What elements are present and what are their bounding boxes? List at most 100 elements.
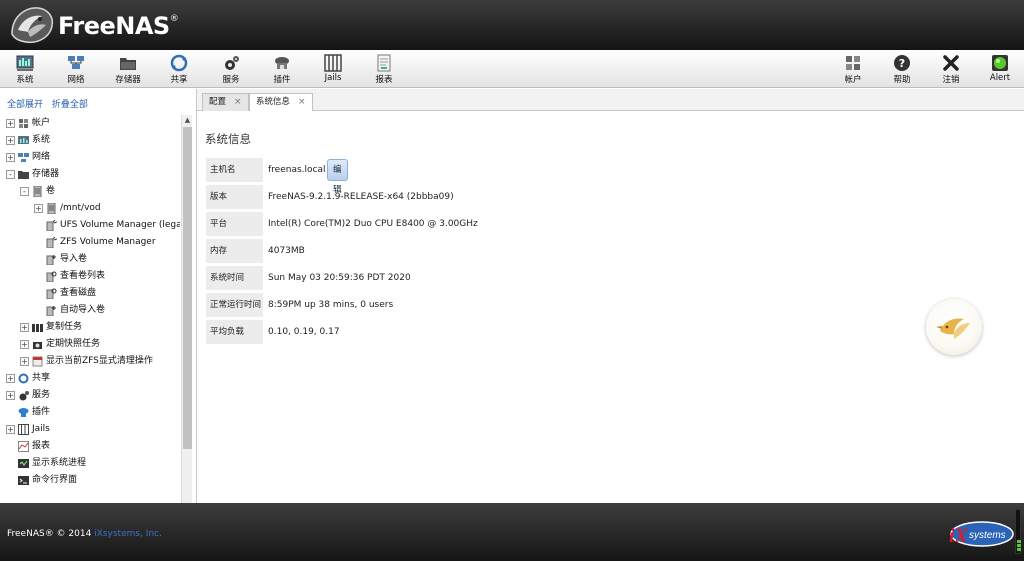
main-toolbar: 系统 网络 存储器 共享 服务 插件 Jails 报表 帐户 ? 帮助 注销 A…	[0, 50, 1024, 88]
svg-text:?: ?	[899, 57, 905, 70]
jails-icon	[324, 54, 342, 72]
toolbar-network-button[interactable]: 网络	[56, 54, 96, 86]
support-bird-icon[interactable]	[926, 299, 982, 355]
tree-item-system[interactable]: + 系统	[6, 132, 50, 148]
toolbar-services-button[interactable]: 服务	[211, 54, 251, 86]
toolbar-alert-button[interactable]: Alert	[980, 54, 1020, 86]
info-value: 8:59PM up 38 mins, 0 users	[268, 300, 394, 310]
collapse-all-link[interactable]: 折叠全部	[52, 100, 88, 110]
expand-toggle[interactable]: +	[20, 339, 29, 349]
info-value: Intel(R) Core(TM)2 Duo CPU E8400 @ 3.00G…	[268, 219, 478, 229]
company-link[interactable]: iXsystems, Inc.	[94, 529, 162, 539]
logo-text: systems	[969, 530, 1006, 541]
reports-icon	[377, 54, 391, 72]
tree-item-reports[interactable]: 报表	[18, 438, 50, 454]
expand-toggle[interactable]: +	[6, 373, 15, 383]
services-icon	[225, 56, 239, 70]
tab-settings[interactable]: 配置 ×	[202, 93, 249, 111]
view-disks-icon	[46, 288, 57, 299]
tree-item-auto-import-volume[interactable]: 自动导入卷	[46, 302, 105, 318]
tree-vertical-scrollbar[interactable]: ▲ ▼	[181, 115, 192, 561]
tree-item-mnt-vod[interactable]: +/mnt/vod	[34, 200, 101, 216]
expand-toggle[interactable]: +	[6, 390, 15, 400]
volume-manager-icon	[46, 219, 57, 231]
tree-item-periodic-snapshot-tasks[interactable]: + 定期快照任务	[20, 336, 100, 352]
tree-item-zfs-volume-manager[interactable]: ZFS Volume Manager	[46, 234, 156, 250]
navigation-tree: + 帐户 + 系统 + 网络 - 存储器 -卷 +/mnt/vod UFS Volume…	[2, 115, 180, 561]
tree-item-account[interactable]: + 帐户	[6, 115, 50, 131]
info-value: FreeNAS-9.2.1.9-RELEASE-x64 (2bbba09)	[268, 192, 454, 202]
tree-item-jails[interactable]: + Jails	[6, 421, 50, 437]
toolbar-sharing-button[interactable]: 共享	[159, 54, 199, 86]
tree-controls: 全部展开 折叠全部	[7, 97, 94, 110]
info-value: Sun May 03 20:59:36 PDT 2020	[268, 273, 411, 283]
tree-item-sharing[interactable]: + 共享	[6, 370, 50, 386]
account-icon	[18, 118, 29, 129]
close-icon[interactable]: ×	[234, 97, 242, 107]
tree-item-import-volume[interactable]: 导入卷	[46, 251, 87, 267]
system-icon	[18, 135, 29, 146]
scrollbar-thumb[interactable]	[183, 127, 192, 449]
tree-item-replication-tasks[interactable]: + 复制任务	[20, 319, 82, 335]
expand-all-link[interactable]: 全部展开	[7, 100, 43, 110]
tree-item-view-volumes[interactable]: 查看卷列表	[46, 268, 105, 284]
expand-toggle[interactable]: +	[20, 356, 29, 366]
tab-system-information[interactable]: 系统信息 ×	[249, 93, 313, 112]
scroll-up-arrow-icon[interactable]: ▲	[182, 115, 193, 125]
info-label: 平均负载	[206, 320, 263, 344]
replication-icon	[32, 322, 43, 333]
tree-item-network[interactable]: + 网络	[6, 149, 50, 165]
tree-item-view-disks[interactable]: 查看磁盘	[46, 285, 96, 301]
sharing-icon	[18, 373, 29, 384]
tree-item-zfs-scrubs[interactable]: + 显示当前ZFS显式清理操作	[20, 353, 153, 369]
system-icon	[16, 55, 34, 71]
close-icon[interactable]: ×	[298, 97, 306, 107]
storage-icon	[120, 58, 136, 70]
toolbar-logout-button[interactable]: 注销	[931, 54, 971, 86]
toolbar-reports-button[interactable]: 报表	[364, 54, 404, 86]
import-volume-icon	[46, 254, 57, 265]
tree-item-plugins[interactable]: 插件	[18, 404, 50, 420]
collapse-toggle[interactable]: -	[6, 169, 15, 179]
expand-toggle[interactable]: +	[6, 152, 15, 162]
logo-mark: iX	[949, 525, 969, 547]
tree-item-services[interactable]: + 服务	[6, 387, 50, 403]
info-label: 正常运行时间	[206, 293, 263, 317]
expand-toggle[interactable]: +	[6, 135, 15, 145]
tree-item-ufs-volume-manager[interactable]: UFS Volume Manager (legacy)	[46, 217, 180, 233]
info-label: 系统时间	[206, 266, 263, 290]
snapshot-icon	[32, 339, 43, 350]
tree-item-volumes[interactable]: -卷	[20, 183, 55, 199]
process-icon	[18, 458, 29, 469]
info-label: 内存	[206, 239, 263, 263]
tree-item-display-processes[interactable]: 显示系统进程	[18, 455, 86, 471]
plugins-icon	[18, 407, 29, 418]
info-label: 版本	[206, 185, 263, 209]
toolbar-help-button[interactable]: ? 帮助	[882, 54, 922, 86]
tree-item-storage[interactable]: - 存储器	[6, 166, 59, 182]
network-icon	[18, 152, 29, 163]
account-icon	[846, 56, 860, 70]
app-footer: FreeNAS® © 2014 iXsystems, Inc. iX syste…	[0, 503, 1024, 561]
tree-item-shell[interactable]: 命令行界面	[18, 472, 77, 488]
page-title: 系统信息	[205, 132, 251, 146]
volume-manager-icon	[46, 236, 57, 248]
expand-toggle[interactable]: +	[20, 322, 29, 332]
app-header: FreeNAS®	[0, 0, 1024, 50]
expand-toggle[interactable]: +	[6, 118, 15, 128]
expand-toggle[interactable]: +	[6, 424, 15, 434]
toolbar-system-button[interactable]: 系统	[5, 54, 45, 86]
logout-icon	[943, 55, 959, 71]
ixsystems-logo-icon: iX systems	[949, 521, 1014, 547]
collapse-toggle[interactable]: -	[20, 186, 29, 196]
toolbar-storage-button[interactable]: 存储器	[108, 54, 148, 86]
toolbar-jails-button[interactable]: Jails	[313, 54, 353, 86]
copyright-text: FreeNAS® © 2014 iXsystems, Inc.	[7, 529, 162, 539]
edit-hostname-button[interactable]: 编辑	[327, 159, 348, 195]
sharing-icon	[170, 54, 188, 72]
shell-icon	[18, 475, 29, 486]
toolbar-plugins-button[interactable]: 插件	[262, 54, 302, 86]
help-icon: ?	[894, 55, 910, 71]
toolbar-account-button[interactable]: 帐户	[833, 54, 873, 86]
expand-toggle[interactable]: +	[34, 203, 43, 213]
